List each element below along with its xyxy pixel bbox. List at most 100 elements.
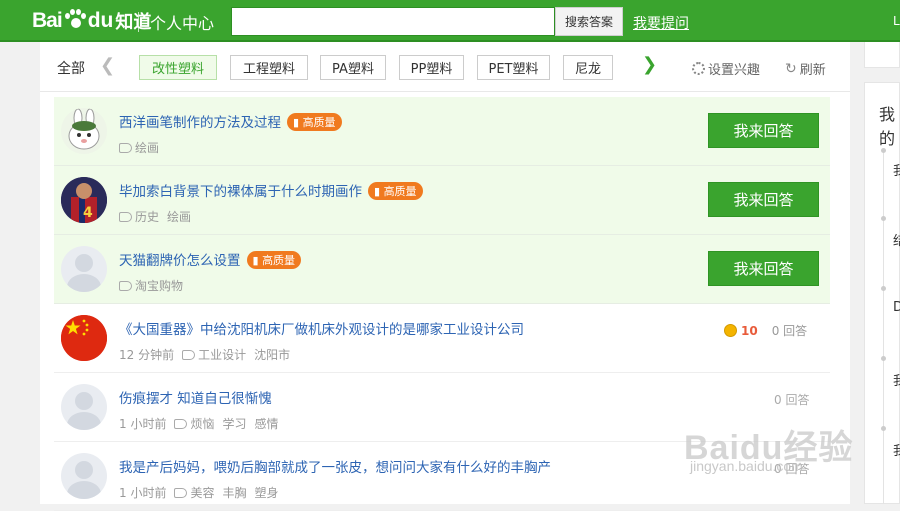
tag-icon [119, 143, 132, 153]
right-sidebar-top-card [864, 42, 900, 68]
tag-icon [119, 281, 132, 291]
top-navigation-bar: Bai du 知道 个人中心 搜索答案 我要提问 L [0, 0, 900, 42]
question-title-link[interactable]: 毕加索白背景下的裸体属于什么时期画作 ▮ 高质量 [119, 180, 423, 200]
answer-count: 0 回答 [774, 393, 810, 407]
question-title-link[interactable]: 天猫翻牌价怎么设置 ▮ 高质量 [119, 249, 302, 269]
answer-count: 0 回答 [774, 462, 810, 476]
refresh-label: 刷新 [799, 63, 826, 78]
question-title-link[interactable]: 《大国重器》中给沈阳机床厂做机床外观设计的是哪家工业设计公司 [119, 318, 524, 338]
player-avatar[interactable]: 4 [61, 177, 107, 223]
high-quality-badge: ▮ 高质量 [246, 251, 302, 269]
interest-tag-bar: 全部 ❮ 改性塑料 工程塑料 PA塑料 PP塑料 PET塑料 尼龙 ❯ 设置兴趣… [40, 42, 850, 92]
baidu-zhidao-logo[interactable]: Bai du 知道 [32, 6, 151, 36]
timeline-dot [881, 426, 886, 431]
header-divider [138, 12, 139, 32]
right-sidebar-title: 我的 [879, 105, 896, 148]
tag-chip[interactable]: PET塑料 [477, 55, 550, 80]
timeline-dot [881, 148, 886, 153]
question-meta: 1 小时前 烦恼 学习 感情 [119, 415, 287, 432]
logo-text-du: du [87, 9, 114, 32]
question-row: 我是产后妈妈，喂奶后胸部就成了一张皮，想问问大家有什么好的丰胸产 1 小时前 美容… [54, 442, 830, 511]
question-title-link[interactable]: 西洋画笔制作的方法及过程 ▮ 高质量 [119, 111, 342, 131]
question-title-link[interactable]: 我是产后妈妈，喂奶后胸部就成了一张皮，想问问大家有什么好的丰胸产 [119, 456, 551, 476]
topic-tag[interactable]: 历史 [135, 210, 159, 224]
default-avatar[interactable] [61, 246, 107, 292]
topic-tag[interactable]: 绘画 [135, 141, 159, 155]
question-meta: 1 小时前 美容 丰胸 塑身 [119, 484, 287, 501]
answer-button[interactable]: 我来回答 [708, 182, 819, 217]
default-avatar[interactable] [61, 453, 107, 499]
topic-tag[interactable]: 塑身 [254, 486, 278, 500]
topic-tag[interactable]: 烦恼 [190, 417, 214, 431]
answer-count: 0 回答 [771, 324, 808, 338]
question-meta: 淘宝购物 [119, 277, 191, 294]
chevron-right-icon[interactable]: ❯ [642, 54, 657, 75]
timeline-dot [881, 286, 886, 291]
question-row: 西洋画笔制作的方法及过程 ▮ 高质量 绘画 我来回答 [54, 97, 830, 166]
topic-tag[interactable]: 淘宝购物 [135, 279, 183, 293]
timeline-dot [881, 356, 886, 361]
timeline-item-text[interactable]: 结 [893, 230, 900, 249]
question-title-link[interactable]: 伤痕摆才 知道自己很惭愧 [119, 387, 272, 407]
search-answer-button[interactable]: 搜索答案 [555, 7, 623, 36]
ask-question-link[interactable]: 我要提问 [633, 13, 689, 33]
topic-tag[interactable]: 感情 [254, 417, 278, 431]
all-tags-label[interactable]: 全部 [57, 58, 85, 78]
tag-chip[interactable]: PA塑料 [320, 55, 386, 80]
topic-tag[interactable]: 沈阳市 [254, 348, 290, 362]
question-row: 4 毕加索白背景下的裸体属于什么时期画作 ▮ 高质量 历史 绘画 我来回答 [54, 166, 830, 235]
topic-tag[interactable]: 工业设计 [198, 348, 246, 362]
topic-tag[interactable]: 绘画 [167, 210, 191, 224]
question-time: 1 小时前 [119, 486, 167, 500]
set-interest-label: 设置兴趣 [708, 63, 761, 78]
gear-icon [692, 62, 705, 75]
coin-icon [724, 324, 737, 337]
default-avatar[interactable] [61, 384, 107, 430]
tag-icon [182, 350, 196, 360]
high-quality-badge: ▮ 高质量 [368, 182, 423, 200]
answer-button[interactable]: 我来回答 [708, 251, 819, 286]
svg-text:4: 4 [83, 205, 93, 221]
answer-button[interactable]: 我来回答 [708, 113, 819, 148]
high-quality-badge: ▮ 高质量 [287, 113, 342, 131]
timeline-item-text[interactable]: 我 [893, 160, 900, 179]
paw-icon [63, 9, 87, 33]
timeline-item-text[interactable]: 我 [893, 440, 900, 459]
chevron-left-icon[interactable]: ❮ [100, 55, 115, 76]
timeline-line [883, 150, 884, 504]
set-interest-button[interactable]: 设置兴趣 [692, 59, 760, 78]
question-row: 天猫翻牌价怎么设置 ▮ 高质量 淘宝购物 我来回答 [54, 235, 830, 304]
logo-text-product: 知道 [115, 12, 152, 33]
topic-tag[interactable]: 丰胸 [222, 486, 246, 500]
question-title-text: 天猫翻牌价怎么设置 [119, 253, 241, 269]
reward-info: 10 0 回答 [724, 322, 807, 339]
tag-icon [174, 419, 188, 429]
question-row: 伤痕摆才 知道自己很惭愧 1 小时前 烦恼 学习 感情 0 回答 [54, 373, 830, 442]
flag-avatar[interactable] [61, 315, 107, 361]
personal-center-link[interactable]: 个人中心 [150, 10, 214, 34]
search-input[interactable] [231, 7, 555, 36]
tag-chip[interactable]: 工程塑料 [230, 55, 308, 80]
refresh-button[interactable]: ↻ 刷新 [785, 59, 826, 79]
question-title-text: 毕加索白背景下的裸体属于什么时期画作 [119, 184, 362, 200]
question-time: 1 小时前 [119, 417, 167, 431]
question-feed-panel: 全部 ❮ 改性塑料 工程塑料 PA塑料 PP塑料 PET塑料 尼龙 ❯ 设置兴趣… [40, 42, 850, 511]
timeline-item-text[interactable]: D [893, 300, 900, 315]
tag-icon [174, 488, 188, 498]
topic-tag[interactable]: 学习 [222, 417, 246, 431]
timeline-item-text[interactable]: 我 [893, 370, 900, 389]
logo-text-bai: Bai [32, 9, 63, 32]
refresh-icon: ↻ [785, 60, 797, 77]
rabbit-avatar[interactable] [61, 108, 107, 154]
question-title-text: 西洋画笔制作的方法及过程 [119, 115, 281, 131]
tag-chip[interactable]: 尼龙 [563, 55, 613, 80]
question-meta: 历史 绘画 [119, 208, 199, 225]
tag-chip[interactable]: PP塑料 [399, 55, 464, 80]
topic-tag[interactable]: 美容 [190, 486, 214, 500]
timeline-dot [881, 216, 886, 221]
tag-chip[interactable]: 改性塑料 [139, 55, 217, 80]
question-time: 12 分钟前 [119, 348, 175, 362]
question-meta: 12 分钟前 工业设计 沈阳市 [119, 346, 298, 363]
user-menu[interactable]: L [893, 14, 900, 28]
question-meta: 绘画 [119, 139, 167, 156]
